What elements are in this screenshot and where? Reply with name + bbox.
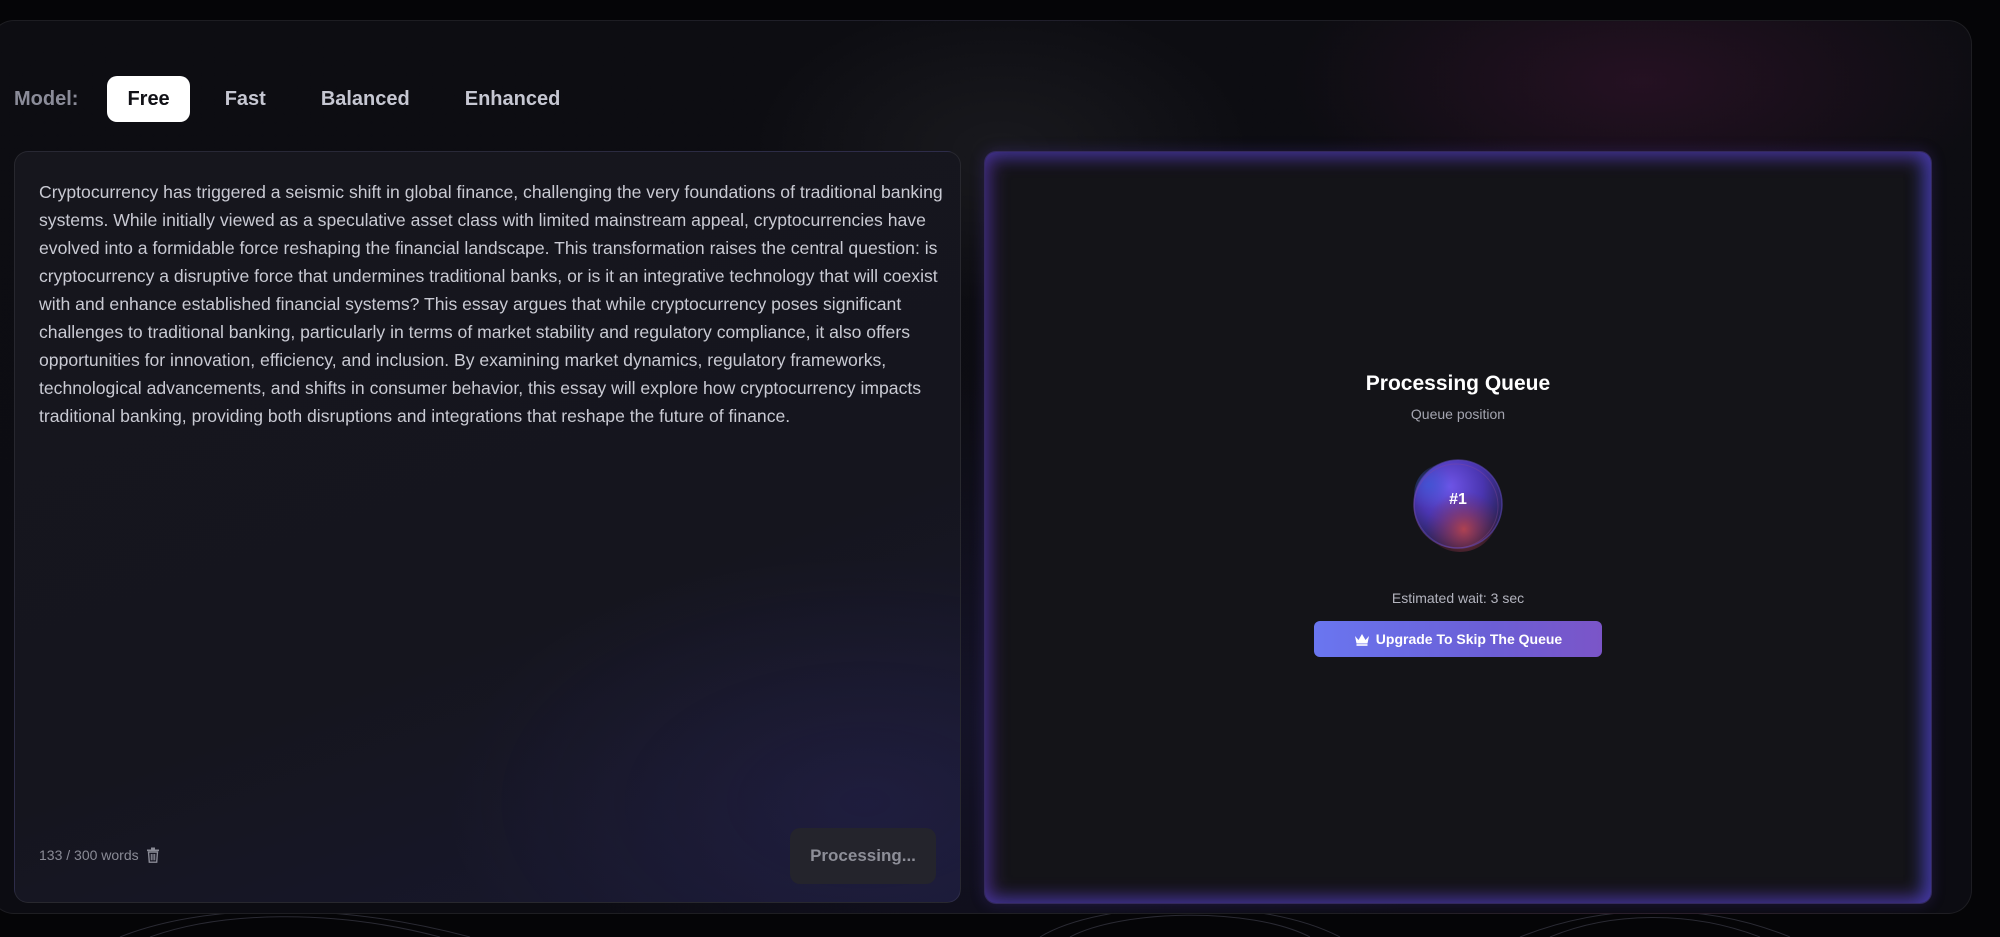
processing-button[interactable]: Processing... [790, 828, 936, 884]
queue-subtitle: Queue position [1410, 406, 1506, 422]
queue-position-number: #1 [1449, 491, 1467, 508]
estimated-wait: Estimated wait: 3 sec [1391, 590, 1525, 606]
crown-icon [1354, 633, 1370, 646]
queue-title: Processing Queue [1365, 372, 1551, 395]
output-panel: Processing Queue Queue position #1 Estim… [984, 151, 1932, 904]
model-tab-balanced[interactable]: Balanced [301, 76, 430, 122]
queue-position-orb: #1 [1410, 456, 1506, 552]
model-selector: Model: Free Fast Balanced Enhanced [14, 76, 595, 122]
input-textarea[interactable]: Cryptocurrency has triggered a seismic s… [39, 178, 947, 430]
upgrade-skip-queue-button[interactable]: Upgrade To Skip The Queue [1314, 621, 1602, 657]
word-counter: 133 / 300 words [39, 847, 160, 863]
app-container: Model: Free Fast Balanced Enhanced Crypt… [0, 20, 1972, 914]
model-tab-free[interactable]: Free [107, 76, 190, 122]
editor-footer: 133 / 300 words Processing... [39, 828, 936, 884]
input-editor-panel: Cryptocurrency has triggered a seismic s… [14, 151, 961, 903]
model-label: Model: [14, 87, 79, 110]
trash-icon[interactable] [146, 847, 160, 863]
model-tab-fast[interactable]: Fast [205, 76, 286, 122]
upgrade-button-label: Upgrade To Skip The Queue [1375, 631, 1563, 647]
processing-queue: Processing Queue Queue position #1 Estim… [985, 372, 1931, 657]
word-count-text: 133 / 300 words [39, 847, 139, 863]
model-tab-enhanced[interactable]: Enhanced [445, 76, 581, 122]
page: Model: Free Fast Balanced Enhanced Crypt… [0, 0, 2000, 937]
